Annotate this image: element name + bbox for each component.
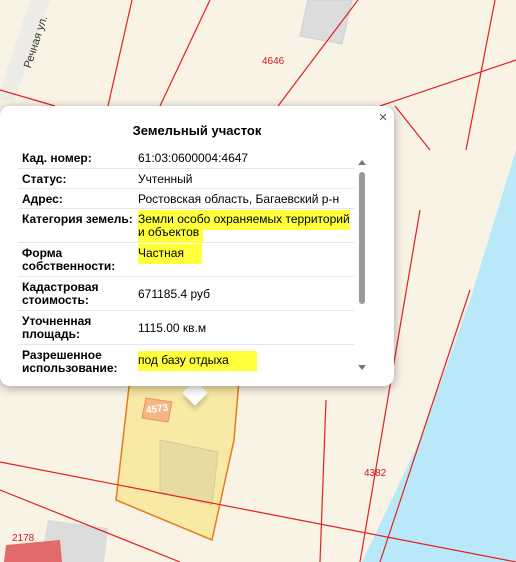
land-category-cell: Земли особо охраняемых территорий и объе… <box>136 209 354 243</box>
permitted-use-cell: под базу отдыха <box>136 345 354 372</box>
area-value: 1115.00 кв.м <box>138 321 207 335</box>
table-row: Статус: Учтенный <box>18 169 354 189</box>
row-label: Статус: <box>22 172 67 186</box>
row-label: Уточненная площадь: <box>22 314 92 341</box>
parcel-number-label: 2178 <box>12 533 35 544</box>
row-label: Категория земель: <box>22 212 133 226</box>
table-row: Уточненная площадь: 1115.00 кв.м <box>18 311 354 345</box>
parcel-info-popup: Земельный участок × Кад. номер: 61:03:06… <box>0 106 394 386</box>
close-icon[interactable]: × <box>376 110 390 125</box>
scroll-thumb[interactable] <box>359 172 365 304</box>
address-value: Ростовская область, Багаевский р-н <box>138 192 340 206</box>
building-top <box>299 0 353 45</box>
parcel-number-label: 4382 <box>364 468 387 479</box>
cadastral-value: 671185.4 руб <box>138 287 211 301</box>
table-row: Разрешенное использование: под базу отды… <box>18 345 354 372</box>
table-row: Адрес: Ростовская область, Багаевский р-… <box>18 189 354 209</box>
table-row: Кад. номер: 61:03:0600004:4647 <box>18 148 354 169</box>
row-label: Разрешенное использование: <box>22 348 118 373</box>
scrollbar[interactable] <box>357 158 367 376</box>
table-row: Кадастровая стоимость: 671185.4 руб <box>18 277 354 311</box>
row-label: Форма собственности: <box>22 246 116 273</box>
parcel-number-label: 4646 <box>262 56 285 67</box>
table-row: Форма собственности: Частная <box>18 243 354 277</box>
status-value: Учтенный <box>138 172 193 186</box>
row-label: Адрес: <box>22 192 63 206</box>
ownership-value: Частная <box>138 244 202 264</box>
table-row: Категория земель: Земли особо охраняемых… <box>18 209 354 243</box>
scroll-up-arrow-icon[interactable] <box>358 160 366 165</box>
cadastral-number-value: 61:03:0600004:4647 <box>138 151 249 165</box>
scroll-down-arrow-icon[interactable] <box>358 365 366 370</box>
info-table[interactable]: Кад. номер: 61:03:0600004:4647 Статус: У… <box>18 148 354 372</box>
land-category-value: Земли особо охраняемых территорий и объе… <box>138 210 350 243</box>
permitted-use-value: под базу отдыха <box>138 351 257 371</box>
popup-title: Земельный участок <box>132 123 262 138</box>
row-label: Кадастровая стоимость: <box>22 280 99 307</box>
row-label: Кад. номер: <box>22 151 92 165</box>
ownership-cell: Частная <box>136 243 354 276</box>
